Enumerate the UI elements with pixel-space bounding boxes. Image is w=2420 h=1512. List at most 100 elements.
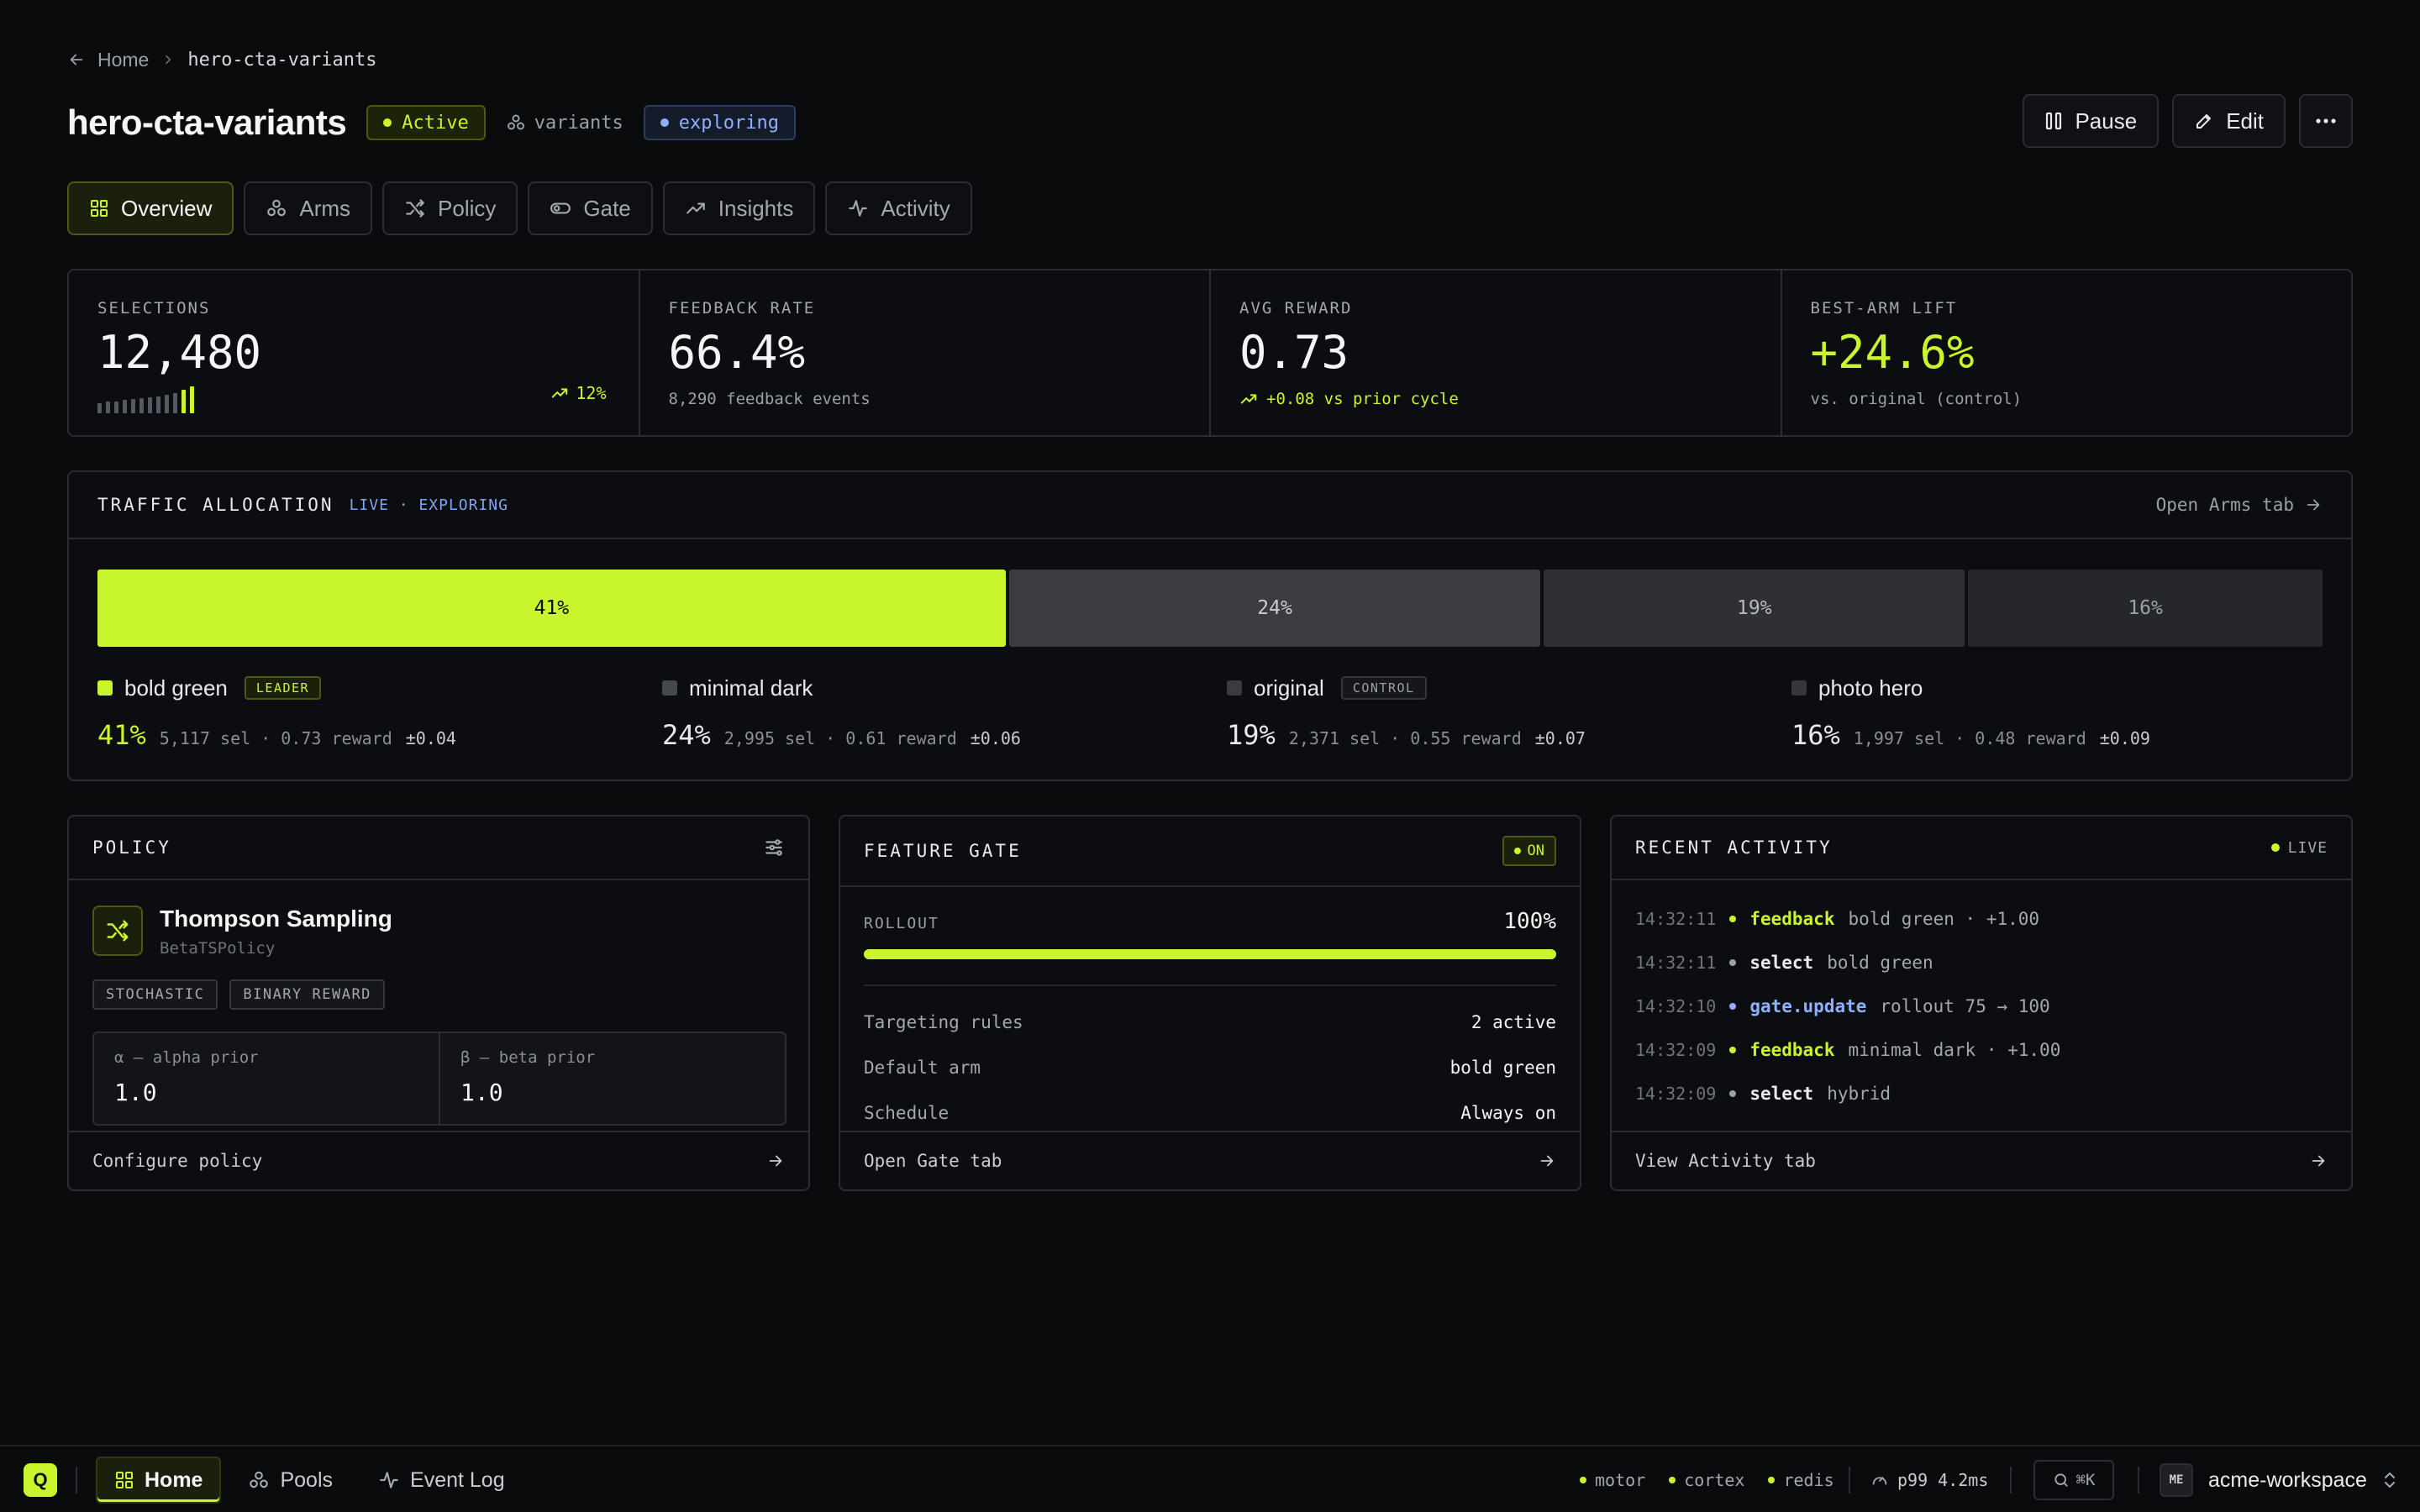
tab-policy[interactable]: Policy [382, 181, 518, 235]
live-label: LIVE [2287, 838, 2328, 857]
page-title: hero-cta-variants [67, 102, 347, 142]
prior-label: α — alpha prior [114, 1048, 259, 1067]
tab-activity[interactable]: Activity [825, 181, 972, 235]
search-icon [2053, 1472, 2070, 1488]
activity-item[interactable]: 14:32:11 select bold green [1635, 941, 2328, 984]
pencil-icon [2194, 111, 2214, 131]
stat-trend-value: 12% [576, 383, 607, 403]
back-arrow-icon[interactable] [67, 50, 86, 69]
stat-selections: SELECTIONS 12,480 12% [69, 270, 640, 435]
priors-box: α — alpha prior 1.0 β — beta prior 1.0 [92, 1032, 786, 1126]
app-logo[interactable]: Q [24, 1463, 57, 1497]
arm-list: bold green LEADER 41% 5,117 sel · 0.73 r… [97, 674, 2358, 751]
edit-button[interactable]: Edit [2172, 94, 2286, 148]
arm-percent: 16% [1791, 719, 1840, 751]
arm-original[interactable]: original CONTROL 19% 2,371 sel · 0.55 re… [1227, 674, 1791, 751]
trend-up-icon [550, 384, 569, 402]
rollout-row: ROLLOUT 100% [864, 909, 1556, 934]
activity-event: select [1749, 1084, 1814, 1104]
rollout-value: 100% [1503, 909, 1556, 934]
latency-value: p99 4.2ms [1897, 1470, 1989, 1490]
mode-dot-icon [660, 118, 669, 127]
nav-event-log-label: Event Log [410, 1467, 505, 1492]
more-button[interactable] [2299, 94, 2353, 148]
tab-overview[interactable]: Overview [67, 181, 234, 235]
tab-activity-label: Activity [881, 195, 950, 221]
stat-feedback-rate: FEEDBACK RATE 66.4% 8,290 feedback event… [640, 270, 1211, 435]
activity-item[interactable]: 14:32:10 gate.update rollout 75 → 100 [1635, 984, 2328, 1028]
allocation-segment[interactable]: 16% [1968, 570, 2323, 647]
trend-up-icon [685, 197, 707, 219]
panel-header: TRAFFIC ALLOCATION LIVE · EXPLORING Open… [69, 472, 2351, 539]
arrow-right-icon [766, 1152, 785, 1170]
nav-event-log[interactable]: Event Log [360, 1457, 523, 1504]
command-search-button[interactable]: ⌘K [2033, 1460, 2114, 1500]
rollout-label: ROLLOUT [864, 915, 939, 932]
activity-event: feedback [1749, 909, 1835, 929]
policy-tag: STOCHASTIC [92, 979, 218, 1010]
gate-row-default-arm: Default arm bold green [864, 1045, 1556, 1090]
status-badge: Active [366, 105, 486, 140]
latency-readout: p99 4.2ms [1870, 1463, 1988, 1497]
stat-trend: 12% [550, 383, 607, 403]
gate-state-badge[interactable]: ON [1502, 836, 1556, 866]
control-badge: CONTROL [1340, 676, 1427, 700]
allocation-segment[interactable]: 19% [1544, 570, 1965, 647]
arm-name: original [1254, 675, 1324, 701]
arm-color-swatch [1791, 680, 1807, 696]
activity-detail: bold green [1827, 953, 1933, 973]
divider [76, 1467, 77, 1494]
arm-meta: 5,117 sel · 0.73 reward [159, 728, 392, 748]
divider [2010, 1467, 2012, 1494]
allocation-segment[interactable]: 41% [97, 570, 1006, 647]
stat-value: +24.6% [1810, 326, 1975, 379]
arm-meta: 2,371 sel · 0.55 reward [1288, 728, 1522, 748]
activity-item[interactable]: 14:32:11 feedback bold green · +1.00 [1635, 897, 2328, 941]
tab-policy-label: Policy [438, 195, 497, 221]
prior-label: β — beta prior [460, 1048, 596, 1067]
nav-pools[interactable]: Pools [229, 1457, 351, 1504]
gate-row-key: Default arm [864, 1058, 981, 1078]
service-name: cortex [1684, 1470, 1745, 1490]
pool-tag[interactable]: variants [506, 113, 623, 134]
gate-state-label: ON [1527, 843, 1544, 859]
activity-item[interactable]: 14:32:09 select hybrid [1635, 1072, 2328, 1116]
stat-sub-text: +0.08 vs prior cycle [1266, 390, 1459, 408]
activity-list: 14:32:11 feedback bold green · +1.00 14:… [1635, 897, 2328, 1116]
service-motor: motor [1580, 1470, 1645, 1490]
view-activity-tab-link[interactable]: View Activity tab [1612, 1131, 2351, 1189]
policy-card: POLICY Thompson Sampling BetaTSPolicy ST… [67, 815, 810, 1191]
tab-insights[interactable]: Insights [662, 181, 816, 235]
open-gate-tab-link[interactable]: Open Gate tab [840, 1131, 1580, 1189]
open-arms-tab-link[interactable]: Open Arms tab [2156, 495, 2323, 515]
activity-time: 14:32:11 [1635, 909, 1717, 929]
grid-icon [89, 198, 109, 218]
arm-photo-hero[interactable]: photo hero 16% 1,997 sel · 0.48 reward ±… [1791, 674, 2356, 751]
breadcrumb-home-link[interactable]: Home [97, 49, 149, 71]
pause-button[interactable]: Pause [2023, 94, 2160, 148]
breadcrumb: Home hero-cta-variants [67, 47, 377, 72]
pause-icon [2044, 111, 2063, 131]
arm-minimal-dark[interactable]: minimal dark 24% 2,995 sel · 0.61 reward… [662, 674, 1227, 751]
section-title: RECENT ACTIVITY [1635, 837, 1833, 858]
nav-home[interactable]: Home [96, 1457, 222, 1504]
gate-row-value: Always on [1460, 1103, 1556, 1123]
tab-gate-label: Gate [583, 195, 631, 221]
activity-item[interactable]: 14:32:09 feedback minimal dark · +1.00 [1635, 1028, 2328, 1072]
allocation-segment[interactable]: 24% [1008, 570, 1541, 647]
footer-label: Configure policy [92, 1151, 263, 1171]
tab-gate[interactable]: Gate [528, 181, 653, 235]
tab-arms[interactable]: Arms [244, 181, 373, 235]
event-dot-icon [1729, 916, 1737, 922]
workspace-name: acme-workspace [2208, 1467, 2367, 1492]
configure-policy-link[interactable]: Configure policy [69, 1131, 808, 1189]
arm-bold-green[interactable]: bold green LEADER 41% 5,117 sel · 0.73 r… [97, 674, 662, 751]
more-horizontal-icon [2315, 118, 2337, 124]
stat-label: BEST-ARM LIFT [1810, 299, 1958, 318]
stat-avg-reward: AVG REWARD 0.73 +0.08 vs prior cycle [1211, 270, 1782, 435]
workspace-switcher[interactable]: ME acme-workspace [2160, 1460, 2397, 1500]
sliders-icon[interactable] [763, 837, 785, 858]
traffic-allocation-panel: TRAFFIC ALLOCATION LIVE · EXPLORING Open… [67, 470, 2353, 781]
mode-badge: exploring [643, 105, 796, 140]
pulse-icon [378, 1469, 400, 1491]
